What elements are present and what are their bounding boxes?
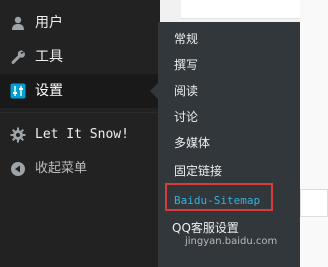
content-area	[300, 0, 328, 267]
wrench-icon	[8, 47, 28, 67]
watermark: jingyan.baidu.com	[185, 236, 278, 247]
submenu-item-discussion[interactable]: 讨论	[174, 109, 198, 125]
sidebar-item-users[interactable]: 用户	[0, 6, 160, 40]
sidebar-item-label: 用户	[35, 15, 63, 31]
settings-sliders-icon	[8, 81, 28, 101]
menu-separator	[0, 112, 160, 113]
sidebar-item-label: Let It Snow!	[35, 127, 129, 142]
submenu-item-reading[interactable]: 阅读	[174, 83, 198, 99]
collapse-menu-button[interactable]: 收起菜单	[0, 152, 160, 186]
collapse-arrow-icon	[8, 159, 28, 179]
sidebar-item-label: 工具	[35, 49, 63, 65]
submenu-item-permalinks[interactable]: 固定链接	[174, 163, 222, 179]
gear-icon	[8, 125, 28, 145]
sidebar-item-let-it-snow[interactable]: Let It Snow!	[0, 118, 160, 152]
user-icon	[8, 13, 28, 33]
content-input[interactable]	[300, 189, 328, 217]
admin-sidebar: 用户 工具 设置 Let It Snow! 收起菜单	[0, 0, 160, 267]
submenu-item-writing[interactable]: 撰写	[174, 57, 198, 73]
submenu-item-qq-service[interactable]: QQ客服设置	[172, 220, 239, 236]
submenu-pointer	[150, 83, 158, 99]
sidebar-item-label: 收起菜单	[35, 161, 88, 176]
sidebar-item-tools[interactable]: 工具	[0, 40, 160, 74]
highlight-annotation-box	[165, 183, 273, 211]
submenu-item-general[interactable]: 常规	[174, 31, 198, 47]
submenu-item-media[interactable]: 多媒体	[174, 135, 210, 151]
sidebar-item-label: 设置	[35, 83, 63, 99]
sidebar-item-settings[interactable]: 设置	[0, 74, 160, 108]
settings-submenu: 常规 撰写 阅读 讨论 多媒体 固定链接 Baidu-Sitemap QQ客服设…	[158, 22, 300, 267]
